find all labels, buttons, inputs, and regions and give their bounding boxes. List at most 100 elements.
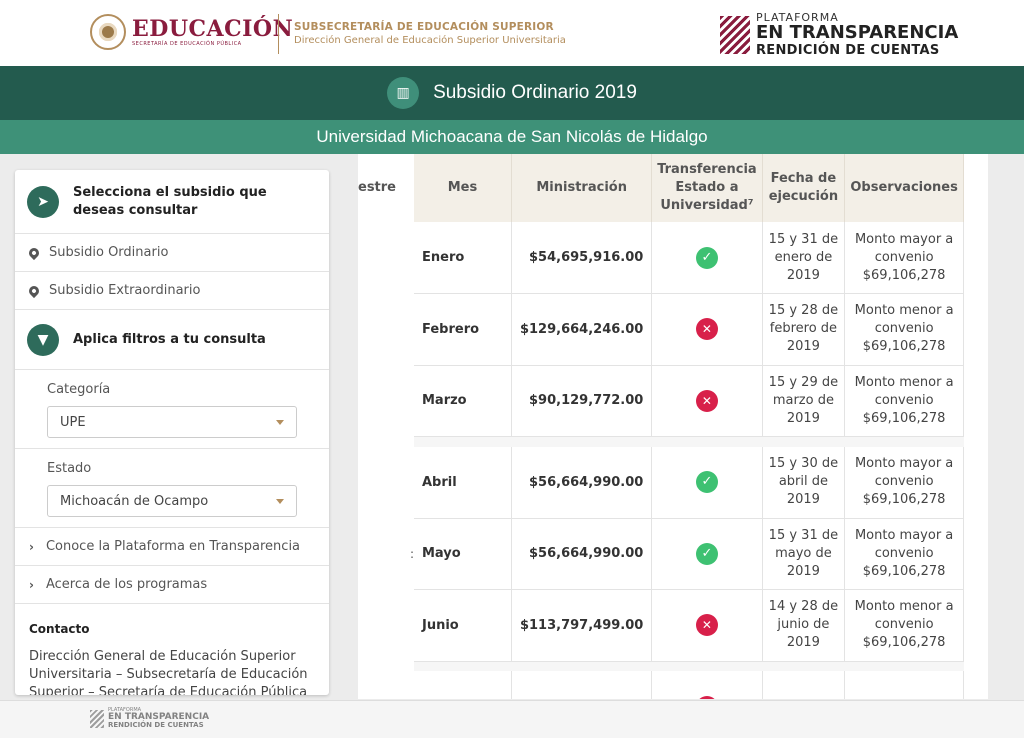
cell-fecha: [762, 671, 846, 699]
cross-icon: ✕: [695, 318, 718, 341]
categoria-select[interactable]: UPE: [47, 406, 297, 438]
cell-observaciones: [844, 671, 964, 699]
footer-plataforma-logo[interactable]: PLATAFORMA EN TRANSPARENCIA RENDICIÓN DE…: [90, 708, 209, 729]
subsec-line2: Dirección General de Educación Superior …: [294, 35, 566, 46]
top-header: EDUCACIÓN SECRETARÍA DE EDUCACIÓN PÚBLIC…: [0, 0, 1024, 66]
estado-label: Estado: [47, 461, 92, 476]
categoria-label: Categoría: [47, 382, 111, 397]
link-label: Acerca de los programas: [45, 577, 208, 592]
edu-title: EDUCACIÓN: [132, 16, 294, 42]
contact-heading: Contacto: [29, 622, 90, 636]
chevron-down-icon: [276, 419, 284, 425]
plataforma-logo[interactable]: PLATAFORMA EN TRANSPARENCIA RENDICIÓN DE…: [720, 12, 958, 57]
cell-ministracion: $80,068,880.00: [511, 671, 653, 699]
cell-mes: Febrero: [414, 293, 513, 366]
cell-ministracion: $54,695,916.00: [511, 222, 653, 294]
page-title: Subsidio Ordinario 2019: [433, 82, 637, 103]
cell-ministracion: $113,797,499.00: [511, 589, 653, 662]
title-bar: ▥ Subsidio Ordinario 2019: [0, 66, 1024, 120]
cell-observaciones: Monto mayor a convenio $69,106,278: [844, 518, 964, 590]
contact-section: Contacto Dirección General de Educación …: [15, 604, 329, 695]
cell-fecha: 15 y 28 de febrero de 2019: [762, 293, 846, 366]
cell-observaciones: Monto mayor a convenio $69,106,278: [844, 222, 964, 294]
cell-fecha: 15 y 29 de marzo de 2019: [762, 365, 846, 437]
chevron-right-icon: ›: [29, 577, 34, 592]
cell-fecha: 15 y 30 de abril de 2019: [762, 446, 846, 519]
quarter-separator: [414, 661, 964, 671]
header-mes: Mes: [414, 154, 513, 222]
cell-ministracion: $56,664,990.00: [511, 446, 653, 519]
stripes-icon: [720, 15, 750, 54]
select-subsidy-heading: Selecciona el subsidio que deseas consul…: [73, 184, 267, 218]
subsec-line1: SUBSECRETARÍA DE EDUCACIÓN SUPERIOR: [294, 21, 554, 33]
cell-observaciones: Monto menor a convenio $69,106,278: [844, 365, 964, 437]
cell-mes: Junio: [414, 589, 513, 662]
contact-text: Dirección General de Educación Superior …: [29, 649, 308, 695]
header-ministracion: Ministración: [511, 154, 653, 222]
header-fecha: Fecha de ejecución: [762, 154, 846, 222]
educacion-logo[interactable]: EDUCACIÓN SECRETARÍA DE EDUCACIÓN PÚBLIC…: [90, 14, 293, 50]
table-row[interactable]: Junio $113,797,499.00 ✕ 14 y 28 de junio de…: [414, 589, 964, 662]
filters-heading: Aplica filtros a tu consulta: [73, 331, 266, 347]
plat-line3: RENDICIÓN DE CUENTAS: [756, 43, 940, 58]
link-label: Conoce la Plataforma en Transparencia: [45, 539, 301, 554]
header-divider: [278, 14, 279, 54]
table-row[interactable]: Enero $54,695,916.00 ✓ 15 y 31 de enero de …: [414, 222, 964, 294]
footer-line3: RENDICIÓN DE CUENTAS: [108, 721, 204, 729]
header-trimestre-partial: estre: [358, 180, 396, 195]
map-pin-icon: [26, 283, 42, 298]
table-row[interactable]: Julio$80,068,880.00 ✕: [414, 671, 964, 699]
sidebar-item-subsidio-ordinario[interactable]: Subsidio Ordinario: [15, 234, 329, 272]
check-icon: ✓: [695, 471, 718, 493]
cell-ministracion: $56,664,990.00: [511, 518, 653, 590]
categoria-value: UPE: [60, 414, 86, 430]
cell-transferencia: ✓: [651, 222, 763, 294]
cell-mes: Marzo: [414, 365, 513, 437]
cell-fecha: 15 y 31 de mayo de 2019: [762, 518, 846, 590]
sidebar: ➤ Selecciona el subsidio que deseas cons…: [15, 170, 329, 695]
cell-mes: Julio: [414, 671, 513, 699]
cell-fecha: 14 y 28 de junio de 2019: [762, 589, 846, 662]
link-acerca-programas[interactable]: › Acerca de los programas: [15, 566, 329, 604]
link-conoce-plataforma[interactable]: › Conoce la Plataforma en Transparencia: [15, 528, 329, 566]
categoria-filter: Categoría UPE: [15, 370, 329, 449]
quarter-separator: [414, 436, 964, 447]
map-pin-icon: [26, 245, 42, 260]
cell-mes: Abril: [414, 446, 513, 519]
cell-transferencia: ✕: [651, 671, 763, 699]
cell-observaciones: Monto menor a convenio $69,106,278: [844, 293, 964, 366]
main-panel[interactable]: estre : Mes Ministración Transferencia E…: [358, 154, 988, 699]
header-transferencia: Transferencia Estado a Universidad⁷: [651, 154, 763, 222]
chevron-down-icon: [276, 498, 284, 504]
cell-ministracion: $90,129,772.00: [511, 365, 653, 437]
footer: PLATAFORMA EN TRANSPARENCIA RENDICIÓN DE…: [0, 700, 1024, 738]
cursor-icon: ➤: [27, 185, 59, 218]
estado-filter: Estado Michoacán de Ocampo: [15, 449, 329, 528]
subsecretaria-text: SUBSECRETARÍA DE EDUCACIÓN SUPERIOR Dire…: [294, 21, 566, 46]
sidebar-item-label: Subsidio Extraordinario: [49, 283, 201, 298]
sidebar-item-subsidio-extraordinario[interactable]: Subsidio Extraordinario: [15, 272, 329, 310]
filters-header: ▼ Aplica filtros a tu consulta: [15, 310, 329, 370]
chevron-right-icon: ›: [29, 539, 34, 554]
table-row[interactable]: Mayo $56,664,990.00 ✓ 15 y 31 de mayo de 20…: [414, 518, 964, 590]
cell-transferencia: ✕: [651, 293, 763, 366]
subsidy-table: Mes Ministración Transferencia Estado a …: [414, 154, 964, 699]
cell-observaciones: Monto mayor a convenio $69,106,278: [844, 446, 964, 519]
cross-icon: ✕: [695, 695, 718, 699]
estado-value: Michoacán de Ocampo: [60, 493, 209, 509]
university-icon: ▥: [387, 77, 420, 109]
header-observaciones: Observaciones: [844, 154, 964, 222]
filter-icon: ▼: [27, 323, 59, 356]
cell-fecha: 15 y 31 de enero de 2019: [762, 222, 846, 294]
check-icon: ✓: [695, 542, 718, 565]
table-header-row: Mes Ministración Transferencia Estado a …: [414, 154, 964, 222]
cell-transferencia: ✕: [651, 589, 763, 662]
cell-transferencia: ✕: [651, 365, 763, 437]
table-row[interactable]: Abril $56,664,990.00 ✓ 15 y 30 de abril de …: [414, 446, 964, 519]
table-row[interactable]: Febrero $129,664,246.00 ✕ 15 y 28 de febrer…: [414, 293, 964, 366]
seal-icon: [90, 14, 126, 50]
cell-mes: Enero: [414, 222, 513, 294]
estado-select[interactable]: Michoacán de Ocampo: [47, 485, 297, 517]
table-row[interactable]: Marzo $90,129,772.00 ✕ 15 y 29 de marzo de …: [414, 365, 964, 437]
select-subsidy-header: ➤ Selecciona el subsidio que deseas cons…: [15, 170, 329, 234]
